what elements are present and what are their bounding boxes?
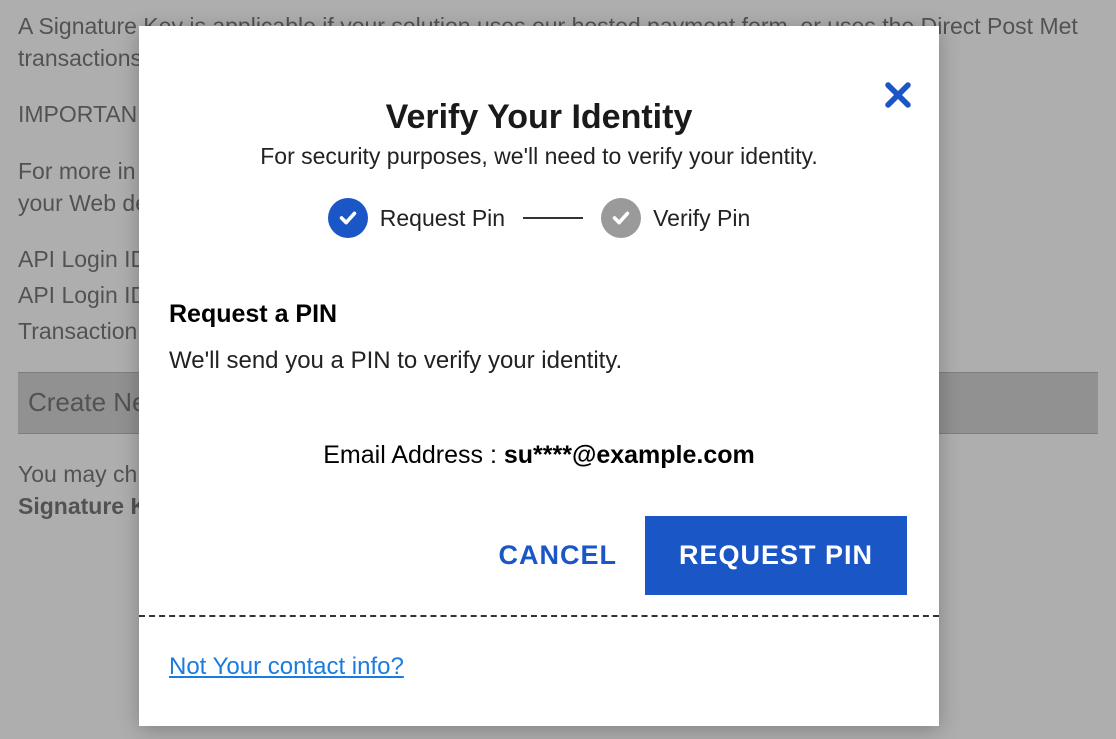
close-button[interactable] (881, 78, 915, 117)
section-title: Request a PIN (169, 300, 909, 329)
step-request-pin: Request Pin (328, 198, 505, 238)
close-icon (881, 78, 915, 112)
step-label: Verify Pin (653, 205, 750, 232)
step-indicator-active (328, 198, 368, 238)
cancel-button[interactable]: CANCEL (498, 540, 617, 571)
request-pin-button[interactable]: REQUEST PIN (645, 516, 907, 595)
email-label: Email Address : (323, 441, 504, 469)
modal-header: Verify Your Identity For security purpos… (139, 26, 939, 238)
modal-subtitle: For security purposes, we'll need to ver… (139, 143, 939, 170)
step-indicator-inactive (601, 198, 641, 238)
not-your-contact-link[interactable]: Not Your contact info? (169, 653, 404, 680)
modal-actions: CANCEL REQUEST PIN (139, 470, 939, 615)
modal-title: Verify Your Identity (139, 98, 939, 137)
email-display: Email Address : su****@example.com (169, 441, 909, 470)
modal-body: Request a PIN We'll send you a PIN to ve… (139, 238, 939, 470)
step-connector (523, 217, 583, 219)
verify-identity-modal: Verify Your Identity For security purpos… (139, 26, 939, 726)
check-icon (610, 207, 632, 229)
section-text: We'll send you a PIN to verify your iden… (169, 347, 909, 375)
modal-footer: Not Your contact info? (139, 617, 939, 717)
check-icon (337, 207, 359, 229)
step-verify-pin: Verify Pin (601, 198, 750, 238)
email-value: su****@example.com (504, 441, 755, 469)
progress-stepper: Request Pin Verify Pin (139, 198, 939, 238)
step-label: Request Pin (380, 205, 505, 232)
